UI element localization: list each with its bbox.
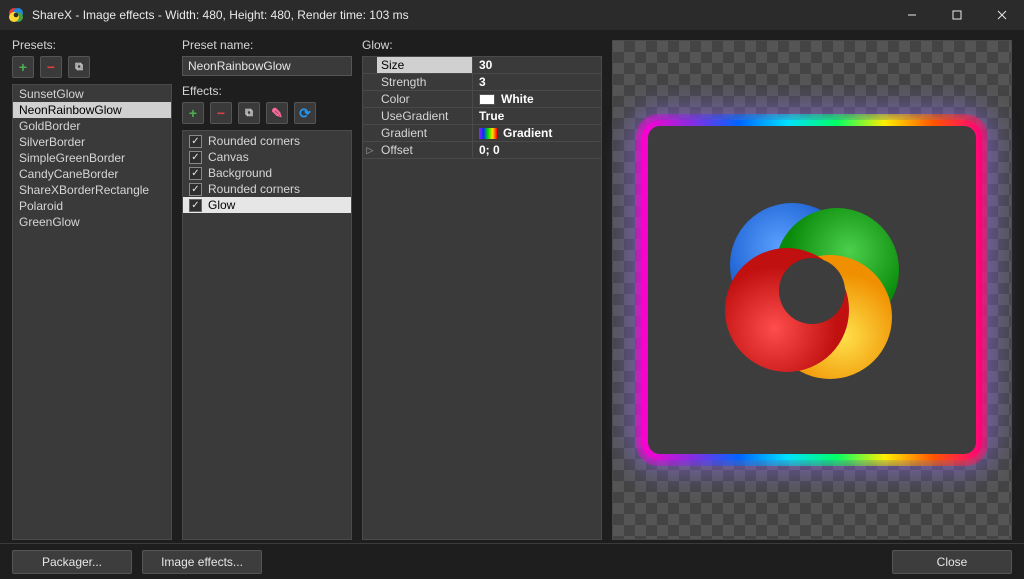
preview-area: [612, 40, 1012, 540]
property-expander: [363, 91, 377, 107]
effect-name: Glow: [208, 198, 235, 212]
effects-panel: Preset name: Effects: + − ⧉ ✎ ⟳ ✓ Rounded…: [182, 38, 352, 540]
property-grid[interactable]: Size30Strength3ColorWhiteUseGradientTrue…: [362, 56, 602, 540]
preview-glow-frame: [642, 120, 982, 460]
property-name: Gradient: [377, 125, 473, 141]
presets-list[interactable]: SunsetGlowNeonRainbowGlowGoldBorderSilve…: [12, 84, 172, 540]
preset-item[interactable]: NeonRainbowGlow: [13, 102, 171, 118]
preset-item[interactable]: SilverBorder: [13, 134, 171, 150]
effect-checkbox[interactable]: ✓: [189, 167, 202, 180]
effect-checkbox[interactable]: ✓: [189, 135, 202, 148]
refresh-effect-button[interactable]: ⟳: [294, 102, 316, 124]
property-name: Offset: [377, 142, 473, 158]
color-swatch: [479, 94, 495, 105]
property-expander: [363, 125, 377, 141]
effects-toolbar: + − ⧉ ✎ ⟳: [182, 102, 352, 124]
close-window-button[interactable]: [979, 0, 1024, 30]
presets-label: Presets:: [12, 38, 172, 52]
presets-toolbar: + − ⧉: [12, 56, 172, 78]
clear-effect-button[interactable]: ✎: [266, 102, 288, 124]
preset-item[interactable]: CandyCaneBorder: [13, 166, 171, 182]
effects-list[interactable]: ✓ Rounded corners ✓ Canvas ✓ Background ✓ Round…: [182, 130, 352, 540]
property-row[interactable]: UseGradientTrue: [363, 108, 601, 125]
titlebar: ShareX - Image effects - Width: 480, Hei…: [0, 0, 1024, 30]
property-value[interactable]: 30: [473, 57, 601, 73]
property-row[interactable]: Size30: [363, 57, 601, 74]
preset-name-input[interactable]: [182, 56, 352, 76]
effect-item[interactable]: ✓ Canvas: [183, 149, 351, 165]
property-value[interactable]: True: [473, 108, 601, 124]
property-name: Strength: [377, 74, 473, 90]
maximize-button[interactable]: [934, 0, 979, 30]
add-preset-button[interactable]: +: [12, 56, 34, 78]
property-expander: [363, 74, 377, 90]
effect-item[interactable]: ✓ Rounded corners: [183, 133, 351, 149]
effect-checkbox[interactable]: ✓: [189, 151, 202, 164]
copy-preset-button[interactable]: ⧉: [68, 56, 90, 78]
preset-name-label: Preset name:: [182, 38, 352, 52]
properties-panel: Glow: Size30Strength3ColorWhiteUseGradie…: [362, 38, 602, 540]
sharex-logo: [707, 185, 917, 395]
close-button[interactable]: Close: [892, 550, 1012, 574]
preset-item[interactable]: ShareXBorderRectangle: [13, 182, 171, 198]
property-name: UseGradient: [377, 108, 473, 124]
property-row[interactable]: GradientGradient: [363, 125, 601, 142]
properties-label: Glow:: [362, 38, 602, 52]
property-row[interactable]: ▷Offset0; 0: [363, 142, 601, 159]
property-value[interactable]: 0; 0: [473, 142, 601, 158]
gradient-swatch: [479, 128, 497, 139]
effect-name: Background: [208, 166, 272, 180]
effect-item[interactable]: ✓ Glow: [183, 197, 351, 213]
preset-item[interactable]: GoldBorder: [13, 118, 171, 134]
preview-panel: [612, 38, 1012, 540]
property-value[interactable]: 3: [473, 74, 601, 90]
effect-checkbox[interactable]: ✓: [189, 183, 202, 196]
property-row[interactable]: ColorWhite: [363, 91, 601, 108]
property-row[interactable]: Strength3: [363, 74, 601, 91]
preset-item[interactable]: SunsetGlow: [13, 86, 171, 102]
minimize-button[interactable]: [889, 0, 934, 30]
effect-name: Rounded corners: [208, 182, 300, 196]
preset-item[interactable]: GreenGlow: [13, 214, 171, 230]
sharex-icon: [8, 7, 24, 23]
remove-effect-button[interactable]: −: [210, 102, 232, 124]
copy-effect-button[interactable]: ⧉: [238, 102, 260, 124]
property-name: Color: [377, 91, 473, 107]
preset-item[interactable]: Polaroid: [13, 198, 171, 214]
property-expander[interactable]: ▷: [363, 142, 377, 158]
packager-button[interactable]: Packager...: [12, 550, 132, 574]
property-value[interactable]: Gradient: [473, 125, 601, 141]
effect-name: Rounded corners: [208, 134, 300, 148]
property-expander: [363, 57, 377, 73]
property-name: Size: [377, 57, 473, 73]
remove-preset-button[interactable]: −: [40, 56, 62, 78]
property-expander: [363, 108, 377, 124]
add-effect-button[interactable]: +: [182, 102, 204, 124]
effects-label: Effects:: [182, 84, 352, 98]
footer: Packager... Image effects... Close: [0, 543, 1024, 579]
window-title: ShareX - Image effects - Width: 480, Hei…: [32, 8, 409, 22]
preset-item[interactable]: SimpleGreenBorder: [13, 150, 171, 166]
effect-item[interactable]: ✓ Rounded corners: [183, 181, 351, 197]
effect-name: Canvas: [208, 150, 249, 164]
property-value[interactable]: White: [473, 91, 601, 107]
presets-panel: Presets: + − ⧉ SunsetGlowNeonRainbowGlow…: [12, 38, 172, 540]
effect-checkbox[interactable]: ✓: [189, 199, 202, 212]
effect-item[interactable]: ✓ Background: [183, 165, 351, 181]
image-effects-button[interactable]: Image effects...: [142, 550, 262, 574]
